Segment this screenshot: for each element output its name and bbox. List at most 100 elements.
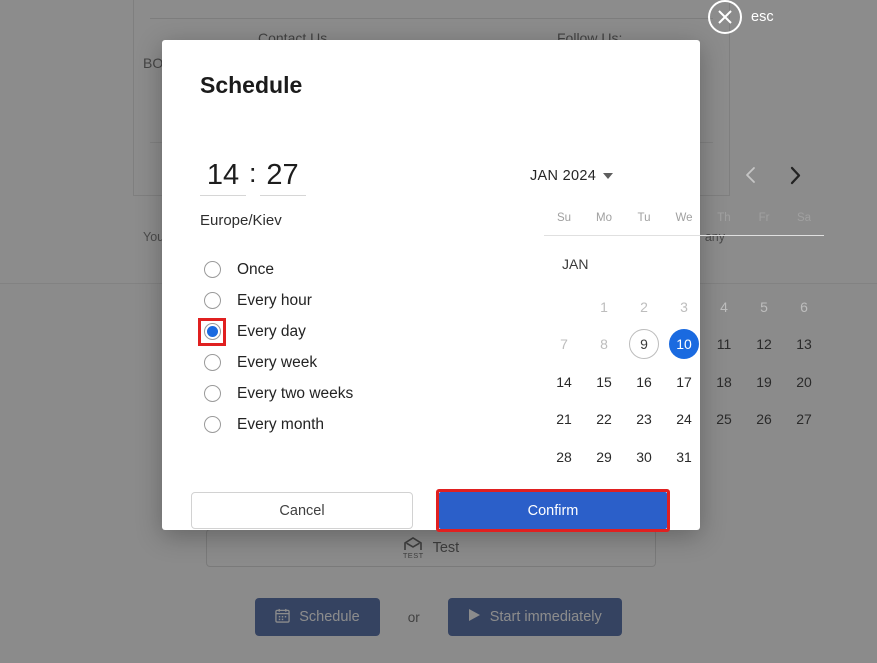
radio-dot xyxy=(203,416,221,433)
close-overlay-control[interactable]: esc xyxy=(708,0,774,34)
calendar-day-29[interactable]: 29 xyxy=(584,438,624,476)
calendar-day-22[interactable]: 22 xyxy=(584,401,624,439)
calendar-day-number: 3 xyxy=(680,298,688,315)
radio-button-icon[interactable] xyxy=(200,289,224,313)
calendar-day-9[interactable]: 9 xyxy=(624,326,664,364)
calendar-day-7: 7 xyxy=(544,326,584,364)
calendar-day-1: 1 xyxy=(584,288,624,326)
calendar-day-13[interactable]: 13 xyxy=(784,326,824,364)
calendar-day-4: 4 xyxy=(704,288,744,326)
calendar-day-14[interactable]: 14 xyxy=(544,363,584,401)
repeat-option-every-two-weeks[interactable]: Every two weeks xyxy=(200,378,353,409)
radio-dot xyxy=(203,292,221,309)
dialog-title: Schedule xyxy=(200,72,303,98)
repeat-option-every-day[interactable]: Every day xyxy=(198,316,353,347)
calendar-day-20[interactable]: 20 xyxy=(784,363,824,401)
confirm-button[interactable]: Confirm xyxy=(439,492,667,529)
minutes-input[interactable]: 27 xyxy=(259,161,306,196)
calendar-day-number: 18 xyxy=(716,373,732,390)
calendar-empty-cell xyxy=(544,288,584,326)
time-picker: 14 : 27 xyxy=(200,158,306,196)
calendar-day-8: 8 xyxy=(584,326,624,364)
calendar-day-number: 12 xyxy=(756,336,772,353)
calendar-day-number: 11 xyxy=(716,336,732,353)
radio-button-icon[interactable] xyxy=(198,317,226,346)
calendar-day-15[interactable]: 15 xyxy=(584,363,624,401)
chevron-left-icon[interactable] xyxy=(740,164,762,186)
repeat-option-once[interactable]: Once xyxy=(200,254,353,285)
calendar-day-10[interactable]: 10 xyxy=(664,326,704,364)
calendar-day-number: 9 xyxy=(629,329,659,360)
calendar-day-number: 21 xyxy=(556,411,572,428)
radio-button-icon[interactable] xyxy=(200,413,224,437)
calendar-day-16[interactable]: 16 xyxy=(624,363,664,401)
calendar-day-30[interactable]: 30 xyxy=(624,438,664,476)
month-year-label: JAN 2024 xyxy=(530,168,597,184)
calendar-day-11[interactable]: 11 xyxy=(704,326,744,364)
confirm-button-highlight: Confirm xyxy=(436,489,670,532)
chevron-right-icon[interactable] xyxy=(784,164,806,186)
calendar-day-number: 8 xyxy=(600,336,608,353)
calendar-day-18[interactable]: 18 xyxy=(704,363,744,401)
calendar-day-23[interactable]: 23 xyxy=(624,401,664,439)
calendar-day-26[interactable]: 26 xyxy=(744,401,784,439)
calendar-nav xyxy=(740,164,806,186)
calendar-day-number: 30 xyxy=(636,448,652,465)
calendar-day-number: 27 xyxy=(796,411,812,428)
calendar-day-5: 5 xyxy=(744,288,784,326)
cancel-button[interactable]: Cancel xyxy=(191,492,413,529)
calendar-day-number: 2 xyxy=(640,298,648,315)
caret-down-icon xyxy=(603,173,614,179)
calendar-day-3: 3 xyxy=(664,288,704,326)
hours-input[interactable]: 14 xyxy=(200,161,246,196)
month-year-dropdown[interactable]: JAN 2024 xyxy=(530,168,614,184)
calendar-day-number: 15 xyxy=(596,373,612,390)
weekday-fr: Fr xyxy=(758,212,770,224)
calendar-day-number: 28 xyxy=(556,448,572,465)
calendar-day-number: 29 xyxy=(596,448,612,465)
calendar-day-number: 13 xyxy=(796,336,812,353)
repeat-options-group: Once Every hour Every day Every week Every t… xyxy=(198,254,353,440)
calendar-day-25[interactable]: 25 xyxy=(704,401,744,439)
calendar-day-21[interactable]: 21 xyxy=(544,401,584,439)
weekday-sa: Sa xyxy=(796,212,812,224)
repeat-option-every-week[interactable]: Every week xyxy=(200,347,353,378)
calendar-day-number: 16 xyxy=(636,373,652,390)
radio-dot xyxy=(203,323,221,340)
weekday-tu: Tu xyxy=(637,212,651,224)
calendar-day-24[interactable]: 24 xyxy=(664,401,704,439)
calendar-day-2: 2 xyxy=(624,288,664,326)
calendar-day-grid: 1 2 3 4 5 6 7 8 9 10 11 12 13 14 15 16 17 18 19 20 21 22 23 24 2… xyxy=(544,288,824,476)
calendar-day-number: 14 xyxy=(556,373,572,390)
timezone-label: Europe/Kiev xyxy=(200,212,282,229)
calendar-day-number: 5 xyxy=(760,298,768,315)
close-circle-icon[interactable] xyxy=(708,0,742,34)
calendar-day-number: 1 xyxy=(600,298,608,315)
radio-dot xyxy=(203,261,221,278)
calendar-day-12[interactable]: 12 xyxy=(744,326,784,364)
calendar-day-number: 20 xyxy=(796,373,812,390)
weekday-we: We xyxy=(675,212,693,224)
radio-button-icon[interactable] xyxy=(200,351,224,375)
radio-button-icon[interactable] xyxy=(200,382,224,406)
time-separator: : xyxy=(249,158,257,188)
radio-dot xyxy=(203,354,221,371)
repeat-option-every-month[interactable]: Every month xyxy=(200,409,353,440)
calendar-day-19[interactable]: 19 xyxy=(744,363,784,401)
schedule-dialog: Schedule 14 : 27 Europe/Kiev Once Every h… xyxy=(162,40,824,532)
calendar-day-number: 25 xyxy=(716,411,732,428)
radio-button-icon[interactable] xyxy=(200,258,224,282)
calendar-day-17[interactable]: 17 xyxy=(664,363,704,401)
calendar-day-31[interactable]: 31 xyxy=(664,438,704,476)
calendar-day-6: 6 xyxy=(784,288,824,326)
repeat-option-every-hour[interactable]: Every hour xyxy=(200,285,353,316)
calendar-month-label: JAN xyxy=(562,256,589,272)
calendar-day-27[interactable]: 27 xyxy=(784,401,824,439)
weekday-th: Th xyxy=(717,212,731,224)
repeat-option-label: Every day xyxy=(237,322,306,340)
repeat-option-label: Once xyxy=(237,260,275,278)
calendar-day-28[interactable]: 28 xyxy=(544,438,584,476)
radio-dot xyxy=(203,385,221,402)
weekday-su: Su xyxy=(556,212,572,224)
calendar-day-number: 26 xyxy=(756,411,772,428)
